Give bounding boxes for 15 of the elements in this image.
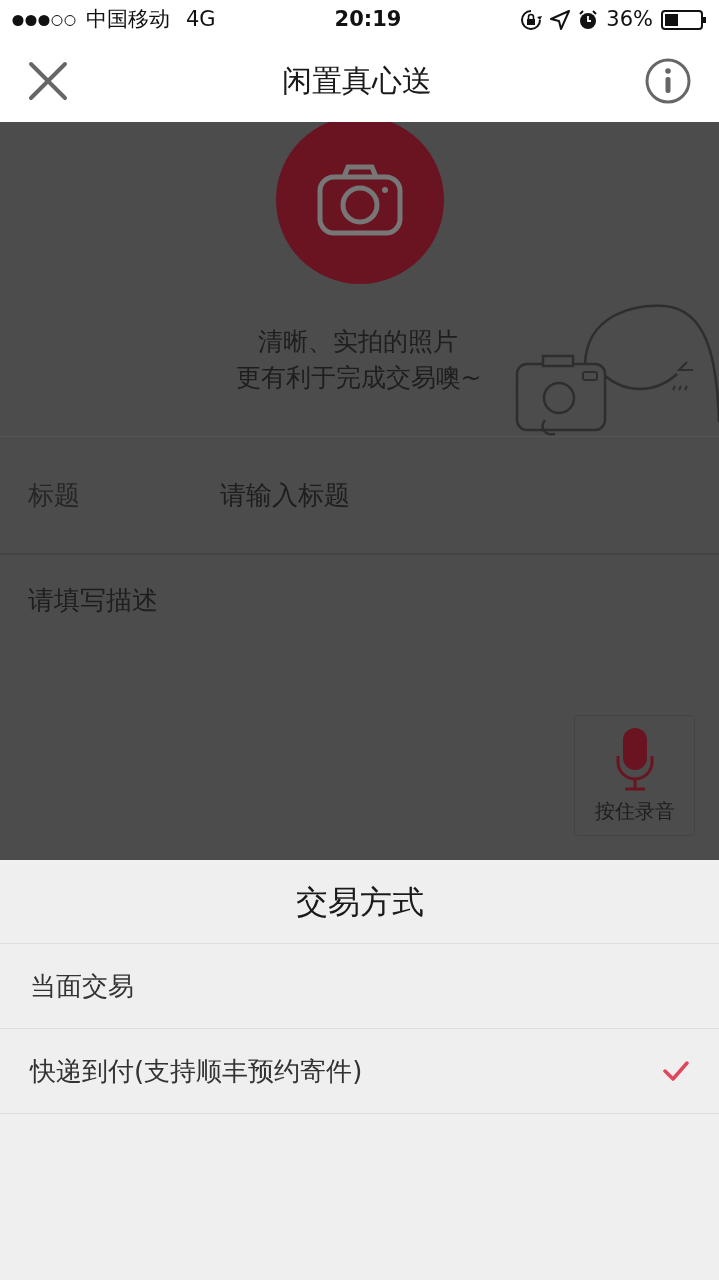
microphone-icon <box>614 725 655 792</box>
battery-percent: 36% <box>606 6 653 34</box>
signal-icon <box>12 13 78 27</box>
location-arrow-icon <box>550 10 571 30</box>
battery-icon <box>661 10 707 30</box>
page-title: 闲置真心送 <box>281 63 432 99</box>
close-icon[interactable] <box>28 61 68 101</box>
status-time: 20:19 <box>334 6 402 34</box>
rotation-lock-icon <box>520 9 543 31</box>
network-type: 4G <box>186 6 216 34</box>
camera-icon <box>315 163 404 237</box>
sheet-title: 交易方式 <box>295 881 424 923</box>
carrier-name: 中国移动 <box>86 6 170 34</box>
alarm-icon <box>578 10 599 30</box>
info-icon[interactable] <box>645 58 691 104</box>
